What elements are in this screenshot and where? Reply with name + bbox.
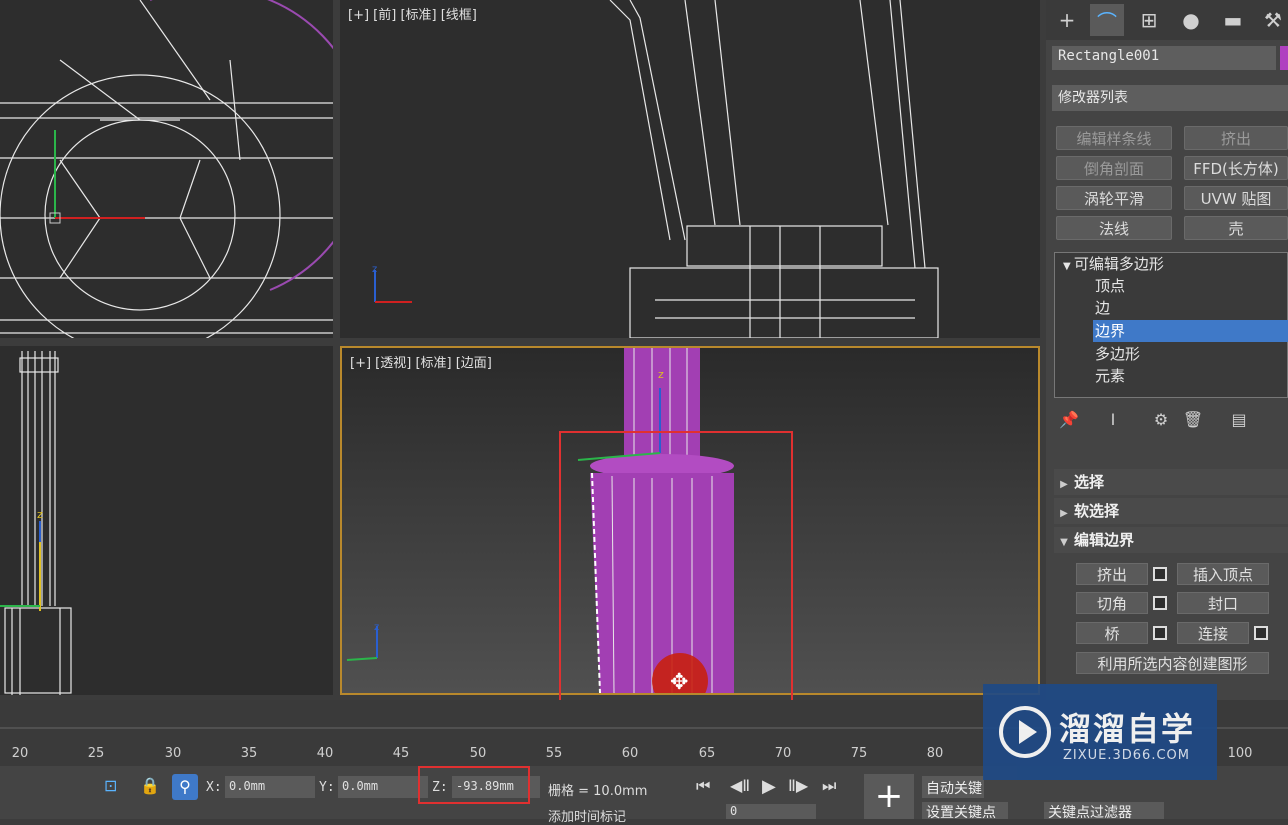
absolute-mode-icon[interactable]: ⚲: [172, 774, 198, 800]
svg-text:z: z: [37, 508, 43, 521]
rollout-soft-select[interactable]: ▶ 软选择: [1054, 498, 1288, 524]
stack-item-element[interactable]: 元素: [1095, 365, 1125, 387]
timeline-tick: 55: [545, 746, 563, 761]
normal-button[interactable]: 法线: [1056, 216, 1172, 240]
grid-size-label: 栅格 = 10.0mm: [548, 784, 648, 799]
object-name-field[interactable]: Rectangle001: [1052, 46, 1276, 70]
viewport-left[interactable]: z: [0, 346, 333, 695]
pin-stack-icon[interactable]: 📌: [1058, 410, 1080, 432]
shell-button[interactable]: 壳: [1184, 216, 1288, 240]
display-tab-icon[interactable]: ▬: [1216, 4, 1250, 36]
modifier-list-dropdown[interactable]: 修改器列表: [1052, 85, 1288, 111]
timeline-tick: 80: [926, 746, 944, 761]
timeline-tick: 50: [469, 746, 487, 761]
wireframe-left: z: [0, 351, 72, 695]
timeline-tick: 35: [240, 746, 258, 761]
watermark-url: ZIXUE.3D66.COM: [1063, 748, 1190, 763]
create-tab-icon[interactable]: +: [1050, 4, 1084, 36]
chamfer-settings-icon[interactable]: [1153, 596, 1167, 610]
viewport-top-left[interactable]: [0, 0, 333, 338]
bevel-profile-button[interactable]: 倒角剖面: [1056, 156, 1172, 180]
object-color-swatch[interactable]: [1280, 46, 1288, 70]
timeline-tick: 60: [621, 746, 639, 761]
connect-button[interactable]: 连接: [1177, 622, 1249, 644]
timeline-tick: 65: [698, 746, 716, 761]
stack-item-polygon[interactable]: 多边形: [1095, 343, 1140, 365]
extrude-border-button[interactable]: 挤出: [1076, 563, 1148, 585]
modifier-stack[interactable]: ▼ 可编辑多边形 顶点 边 边界 多边形 元素: [1054, 252, 1288, 398]
show-end-result-icon[interactable]: Ⅰ: [1102, 410, 1124, 432]
utilities-tab-icon[interactable]: ⚒: [1256, 4, 1288, 36]
play-icon[interactable]: ▶: [762, 776, 776, 797]
timeline-tick: 45: [392, 746, 410, 761]
next-frame-icon[interactable]: Ⅱ▶: [788, 776, 808, 795]
modify-tab-icon[interactable]: ⌒: [1090, 4, 1124, 36]
axis-z-label: z: [372, 264, 377, 275]
x-coord-field[interactable]: 0.0mm: [225, 776, 315, 798]
svg-text:z: z: [374, 622, 379, 633]
auto-key-button[interactable]: 自动关键: [922, 776, 984, 798]
bridge-button[interactable]: 桥: [1076, 622, 1148, 644]
add-time-tag-label[interactable]: 添加时间标记: [548, 806, 626, 825]
ffd-box-button[interactable]: FFD(长方体): [1184, 156, 1288, 180]
cap-button[interactable]: 封口: [1177, 592, 1269, 614]
z-coord-highlight: [418, 766, 530, 804]
timeline-tick: 20: [11, 746, 29, 761]
watermark-brand: 溜溜自学: [1059, 710, 1196, 748]
hierarchy-tab-icon[interactable]: ⊞: [1132, 4, 1166, 36]
prev-frame-icon[interactable]: ◀Ⅱ: [730, 776, 750, 795]
viewport-front[interactable]: [+] [前] [标准] [线框] z: [340, 0, 1040, 338]
stack-toolbar: 📌 Ⅰ ⚙ 🗑 ▤: [1054, 406, 1288, 436]
timeline-tick: 75: [850, 746, 868, 761]
play-logo-icon: [999, 706, 1051, 758]
uvw-map-button[interactable]: UVW 贴图: [1184, 186, 1288, 210]
svg-text:z: z: [658, 368, 664, 381]
motion-tab-icon[interactable]: ●: [1174, 4, 1208, 36]
y-coord-field[interactable]: 0.0mm: [338, 776, 428, 798]
remove-modifier-icon[interactable]: 🗑: [1182, 410, 1204, 432]
turbosmooth-button[interactable]: 涡轮平滑: [1056, 186, 1172, 210]
timeline-tick: 25: [87, 746, 105, 761]
edit-spline-button[interactable]: 编辑样条线: [1056, 126, 1172, 150]
configure-sets-icon[interactable]: ▤: [1228, 410, 1250, 432]
selection-highlight-box: [559, 431, 793, 712]
extrude-mod-button[interactable]: 挤出: [1184, 126, 1288, 150]
wireframe-top-left: [0, 0, 333, 338]
x-coord-label: X:: [206, 780, 222, 795]
rollout-edit-border[interactable]: ▼ 编辑边界: [1054, 527, 1288, 553]
go-to-end-icon[interactable]: ⏭: [822, 776, 836, 796]
rollout-select[interactable]: ▶ 选择: [1054, 469, 1288, 495]
make-unique-icon[interactable]: ⚙: [1150, 410, 1172, 432]
chamfer-button[interactable]: 切角: [1076, 592, 1148, 614]
timeline-tick: 100: [1227, 746, 1253, 761]
isolate-selection-icon[interactable]: ⊡: [104, 776, 126, 798]
bridge-settings-icon[interactable]: [1153, 626, 1167, 640]
set-key-button[interactable]: 设置关键点: [922, 802, 1008, 819]
extrude-settings-icon[interactable]: [1153, 567, 1167, 581]
insert-vertex-button[interactable]: 插入顶点: [1177, 563, 1269, 585]
command-panel-tabs: + ⌒ ⊞ ● ▬ ⚒: [1046, 0, 1288, 40]
timeline-tick: 30: [164, 746, 182, 761]
connect-settings-icon[interactable]: [1254, 626, 1268, 640]
frame-field[interactable]: 0: [726, 804, 816, 819]
timeline-tick: 40: [316, 746, 334, 761]
stack-item-edge[interactable]: 边: [1095, 297, 1110, 319]
lock-selection-icon[interactable]: 🔒: [140, 776, 162, 798]
wireframe-front: z: [372, 0, 939, 338]
go-to-start-icon[interactable]: ⏮: [696, 776, 710, 796]
set-key-big-icon[interactable]: +: [864, 774, 914, 819]
watermark-logo: 溜溜自学 ZIXUE.3D66.COM: [983, 684, 1217, 780]
y-coord-label: Y:: [319, 780, 335, 795]
stack-item-vertex[interactable]: 顶点: [1095, 275, 1125, 297]
stack-item-border[interactable]: 边界: [1093, 320, 1288, 342]
stack-root[interactable]: ▼ 可编辑多边形: [1063, 253, 1164, 275]
key-filters-button[interactable]: 关键点过滤器: [1044, 802, 1164, 819]
timeline-tick: 70: [774, 746, 792, 761]
create-shape-button[interactable]: 利用所选内容创建图形: [1076, 652, 1269, 674]
